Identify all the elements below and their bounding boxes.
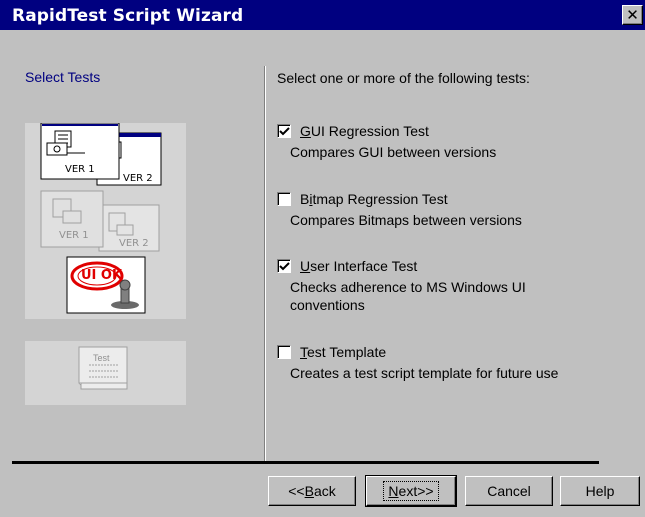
checkmark-icon [279, 262, 290, 271]
template-test-label: Test [93, 353, 110, 363]
close-icon: ✕ [626, 5, 639, 24]
window-title: RapidTest Script Wizard [12, 6, 244, 26]
gui-regression-checkbox[interactable] [277, 124, 291, 138]
instruction-text: Select one or more of the following test… [277, 70, 530, 86]
bitmap-regression-description: Compares Bitmaps between versions [290, 212, 522, 228]
option-gui-regression[interactable]: GUI Regression Test Compares GUI between… [277, 122, 607, 161]
gui-regression-image [40, 123, 162, 314]
close-button[interactable]: ✕ [622, 5, 643, 25]
help-button[interactable]: Help [560, 476, 640, 506]
test-template-checkbox[interactable] [277, 345, 291, 359]
test-template-label[interactable]: Test Template [300, 344, 386, 360]
user-interface-label[interactable]: User Interface Test [300, 258, 417, 274]
test-illustrations-panel: VER 1 VER 2 VER 1 VER 2 UI OK [25, 123, 186, 319]
ui-ok-label: UI OK [81, 268, 123, 283]
horizontal-divider [12, 461, 599, 464]
vertical-divider [264, 66, 266, 463]
help-button-label: Help [585, 483, 615, 499]
title-bar[interactable]: RapidTest Script Wizard ✕ [0, 0, 645, 30]
ver1-label-b: VER 1 [59, 230, 89, 241]
ver1-label-a: VER 1 [65, 164, 95, 175]
test-template-image [78, 346, 128, 390]
cancel-button[interactable]: Cancel [465, 476, 553, 506]
next-button-label: Next>> [383, 481, 439, 501]
ver2-label-a: VER 2 [123, 173, 153, 184]
ver2-label-b: VER 2 [119, 238, 149, 249]
wizard-window: RapidTest Script Wizard ✕ Select Tests V… [0, 0, 645, 517]
back-button[interactable]: <<Back [268, 476, 356, 506]
option-bitmap-regression[interactable]: Bitmap Regression Test Compares Bitmaps … [277, 190, 607, 229]
option-test-template[interactable]: Test Template Creates a test script temp… [277, 343, 607, 382]
back-button-label: <<Back [288, 483, 336, 499]
template-illustration-panel: Test [25, 341, 186, 405]
user-interface-checkbox[interactable] [277, 259, 291, 273]
next-button[interactable]: Next>> [365, 475, 457, 507]
left-panel-header: Select Tests [25, 69, 101, 85]
cancel-button-label: Cancel [487, 483, 531, 499]
gui-regression-description: Compares GUI between versions [290, 144, 497, 160]
bitmap-regression-checkbox[interactable] [277, 192, 291, 206]
gui-regression-label[interactable]: GUI Regression Test [300, 123, 429, 139]
test-template-description: Creates a test script template for futur… [290, 365, 559, 381]
checkmark-icon [279, 127, 290, 136]
option-user-interface[interactable]: User Interface Test Checks adherence to … [277, 257, 607, 314]
user-interface-description: Checks adherence to MS Windows UI conven… [290, 279, 526, 313]
bitmap-regression-label[interactable]: Bitmap Regression Test [300, 191, 448, 207]
